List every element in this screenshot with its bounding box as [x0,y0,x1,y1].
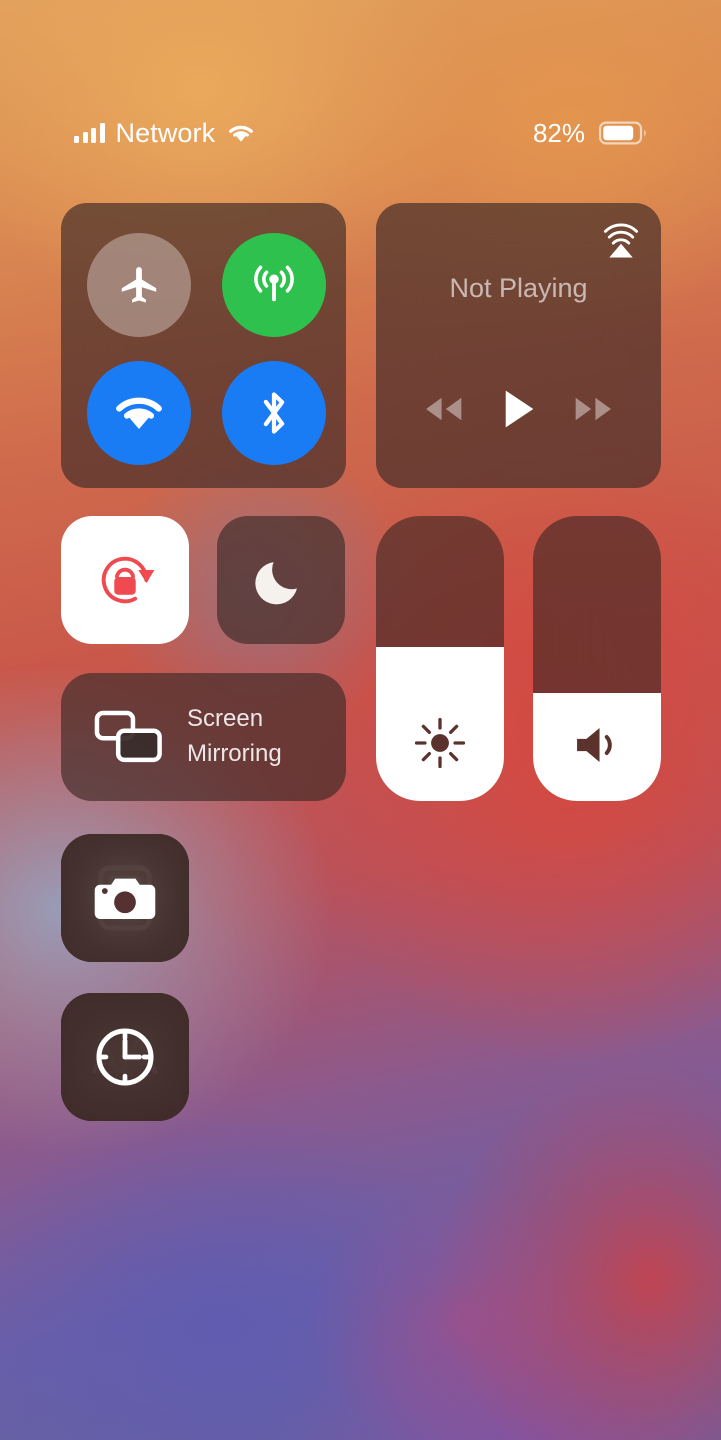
volume-icon [533,719,661,771]
cellular-icon [248,259,300,311]
airplay-icon[interactable] [600,220,642,262]
connectivity-module [61,203,346,488]
bluetooth-icon [252,387,296,439]
rotation-lock-button[interactable] [61,516,189,644]
battery-icon [599,121,647,145]
fast-forward-button[interactable] [570,392,618,426]
screen-mirroring-button[interactable]: Screen Mirroring [61,673,346,801]
moon-icon [255,554,307,606]
screen-mirroring-label-line2: Mirroring [187,740,282,767]
wifi-icon [113,393,165,433]
rewind-button[interactable] [419,392,467,426]
screen-mirroring-icon [93,709,165,765]
carrier-label: Network [115,117,216,148]
do-not-disturb-button[interactable] [217,516,345,644]
battery-percent-label: 82% [532,117,585,148]
screen-mirroring-label: Screen Mirroring [187,702,282,772]
volume-slider[interactable] [533,516,661,801]
now-playing-module: Not Playing [376,203,661,488]
airplane-icon [116,262,162,308]
status-bar-right: 82% [533,118,647,149]
status-bar: Network 82% [0,108,721,158]
status-bar-left: Network [74,118,256,149]
camera-icon [92,870,158,926]
clock-icon [92,1024,158,1090]
screen-mirroring-label-line1: Screen [187,705,264,733]
wifi-icon [226,122,256,144]
media-controls [376,386,661,432]
play-button[interactable] [497,386,539,432]
now-playing-status-label: Not Playing [449,273,588,303]
airplane-mode-button[interactable] [87,233,191,337]
cellular-bars-icon [74,123,105,143]
timer-button[interactable] [61,993,189,1121]
rotation-lock-icon [88,543,162,617]
cellular-data-button[interactable] [222,233,326,337]
camera-button[interactable] [61,834,189,962]
wifi-button[interactable] [87,361,191,465]
bluetooth-button[interactable] [222,361,326,465]
brightness-slider[interactable] [376,516,504,801]
brightness-icon [376,715,504,771]
